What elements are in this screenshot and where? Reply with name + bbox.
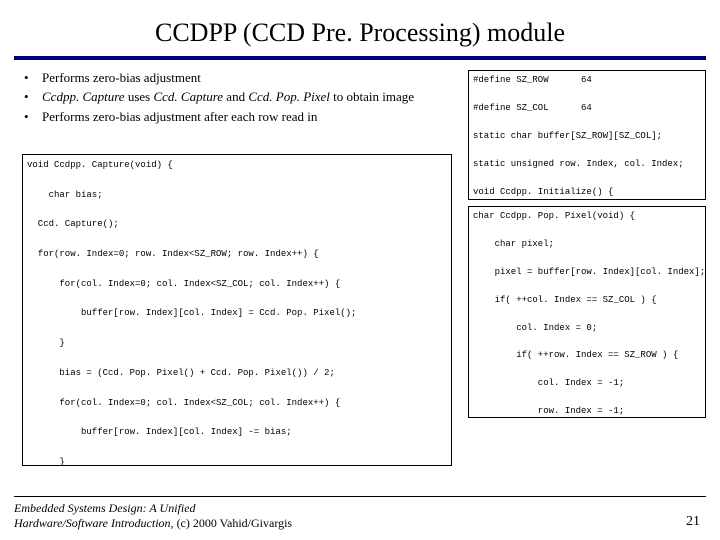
slide-footer: Embedded Systems Design: A Unified Hardw…: [14, 496, 706, 530]
bullet-item: Performs zero-bias adjustment: [24, 70, 453, 86]
bullet-list: Performs zero-bias adjustment Ccdpp. Cap…: [18, 70, 453, 125]
code-box-poppixel: char Ccdpp. Pop. Pixel(void) { char pixe…: [468, 206, 706, 418]
bullet-item: Ccdpp. Capture uses Ccd. Capture and Ccd…: [24, 89, 453, 105]
text-span: and: [223, 89, 248, 104]
left-column: Performs zero-bias adjustment Ccdpp. Cap…: [18, 70, 453, 128]
code-box-defines: #define SZ_ROW 64 #define SZ_COL 64 stat…: [468, 70, 706, 200]
code-ref: Ccd. Pop. Pixel: [248, 89, 330, 104]
code-ref: Ccd. Capture: [153, 89, 223, 104]
text-span: to obtain image: [330, 89, 414, 104]
right-column: #define SZ_ROW 64 #define SZ_COL 64 stat…: [468, 70, 708, 418]
text-span: uses: [125, 89, 154, 104]
slide-title: CCDPP (CCD Pre. Processing) module: [0, 0, 720, 56]
code-ref: Ccdpp. Capture: [42, 89, 125, 104]
footer-citation: Embedded Systems Design: A Unified Hardw…: [14, 501, 374, 530]
footer-divider: [14, 496, 706, 497]
code-box-capture: void Ccdpp. Capture(void) { char bias; C…: [22, 154, 452, 466]
page-number: 21: [686, 514, 700, 530]
bullet-item: Performs zero-bias adjustment after each…: [24, 109, 453, 125]
footer-line2: Hardware/Software Introduction,: [14, 516, 174, 530]
footer-copyright: (c) 2000 Vahid/Givargis: [174, 516, 293, 530]
title-underline: [14, 56, 706, 60]
footer-line1: Embedded Systems Design: A Unified: [14, 501, 196, 515]
